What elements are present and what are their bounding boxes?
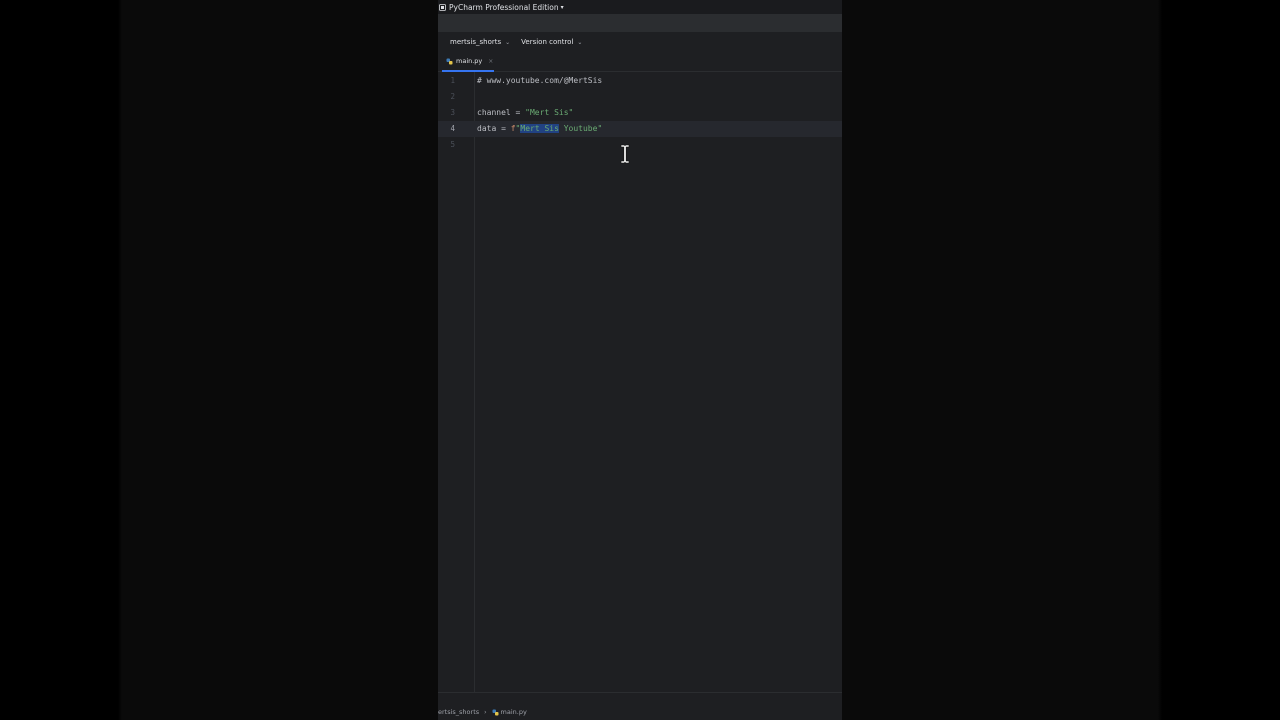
breadcrumb-separator: › <box>484 708 487 716</box>
main-toolbar: mertsis_shorts ⌄ Version control ⌄ <box>438 32 842 52</box>
close-icon[interactable]: × <box>488 58 493 65</box>
left-background <box>0 0 438 720</box>
line-number: 1 <box>450 76 455 85</box>
breadcrumb-project[interactable]: ertsis_shorts <box>438 708 479 716</box>
python-file-icon <box>492 709 499 716</box>
app-menu-caret-icon[interactable]: ▾ <box>561 4 564 11</box>
status-bar: ertsis_shorts › main.py <box>438 704 842 720</box>
code-line-1[interactable]: 1 # www.youtube.com/@MertSis <box>438 73 842 89</box>
editor-tabs: main.py × <box>438 52 842 72</box>
project-name: mertsis_shorts <box>450 38 502 46</box>
code-line-5[interactable]: 5 <box>438 137 842 153</box>
chevron-down-icon: ⌄ <box>505 38 511 46</box>
title-bar: PyCharm Professional Edition ▾ <box>438 0 842 14</box>
line-gutter <box>438 72 475 692</box>
title-bar-extension <box>438 14 842 32</box>
breadcrumb-file[interactable]: main.py <box>501 708 527 716</box>
ibeam-cursor-icon <box>620 144 630 164</box>
right-background <box>842 0 1280 720</box>
status-divider <box>438 692 842 693</box>
code-prefix: channel = <box>477 108 526 117</box>
project-widget[interactable]: mertsis_shorts ⌄ <box>450 38 510 46</box>
chevron-down-icon: ⌄ <box>577 38 583 46</box>
code-line-2[interactable]: 2 <box>438 89 842 105</box>
string-rest: Youtube" <box>558 124 603 133</box>
string-literal: "Mert Sis" <box>525 108 574 117</box>
code-editor[interactable] <box>475 72 842 692</box>
vcs-label: Version control <box>521 38 574 46</box>
tab-main-py[interactable]: main.py × <box>442 52 494 72</box>
code-text: data = f"Mert Sis Youtube" <box>477 121 602 137</box>
vcs-widget[interactable]: Version control ⌄ <box>521 38 582 46</box>
ide-window: PyCharm Professional Edition ▾ mertsis_s… <box>438 0 842 720</box>
selected-text: Mert Sis <box>520 124 559 133</box>
tab-label: main.py <box>456 57 483 65</box>
pycharm-app-icon <box>439 3 446 11</box>
code-text: channel = "Mert Sis" <box>477 105 573 121</box>
code-line-3[interactable]: 3 channel = "Mert Sis" <box>438 105 842 121</box>
line-number: 3 <box>450 108 455 117</box>
line-number: 2 <box>450 92 455 101</box>
code-prefix: data = <box>477 124 511 133</box>
app-name[interactable]: PyCharm Professional Edition <box>449 3 559 12</box>
code-line-4[interactable]: 4 data = f"Mert Sis Youtube" <box>438 121 842 137</box>
python-file-icon <box>446 58 453 65</box>
line-number: 4 <box>450 124 455 133</box>
line-number: 5 <box>450 140 455 149</box>
comment-text: # www.youtube.com/@MertSis <box>477 76 603 85</box>
